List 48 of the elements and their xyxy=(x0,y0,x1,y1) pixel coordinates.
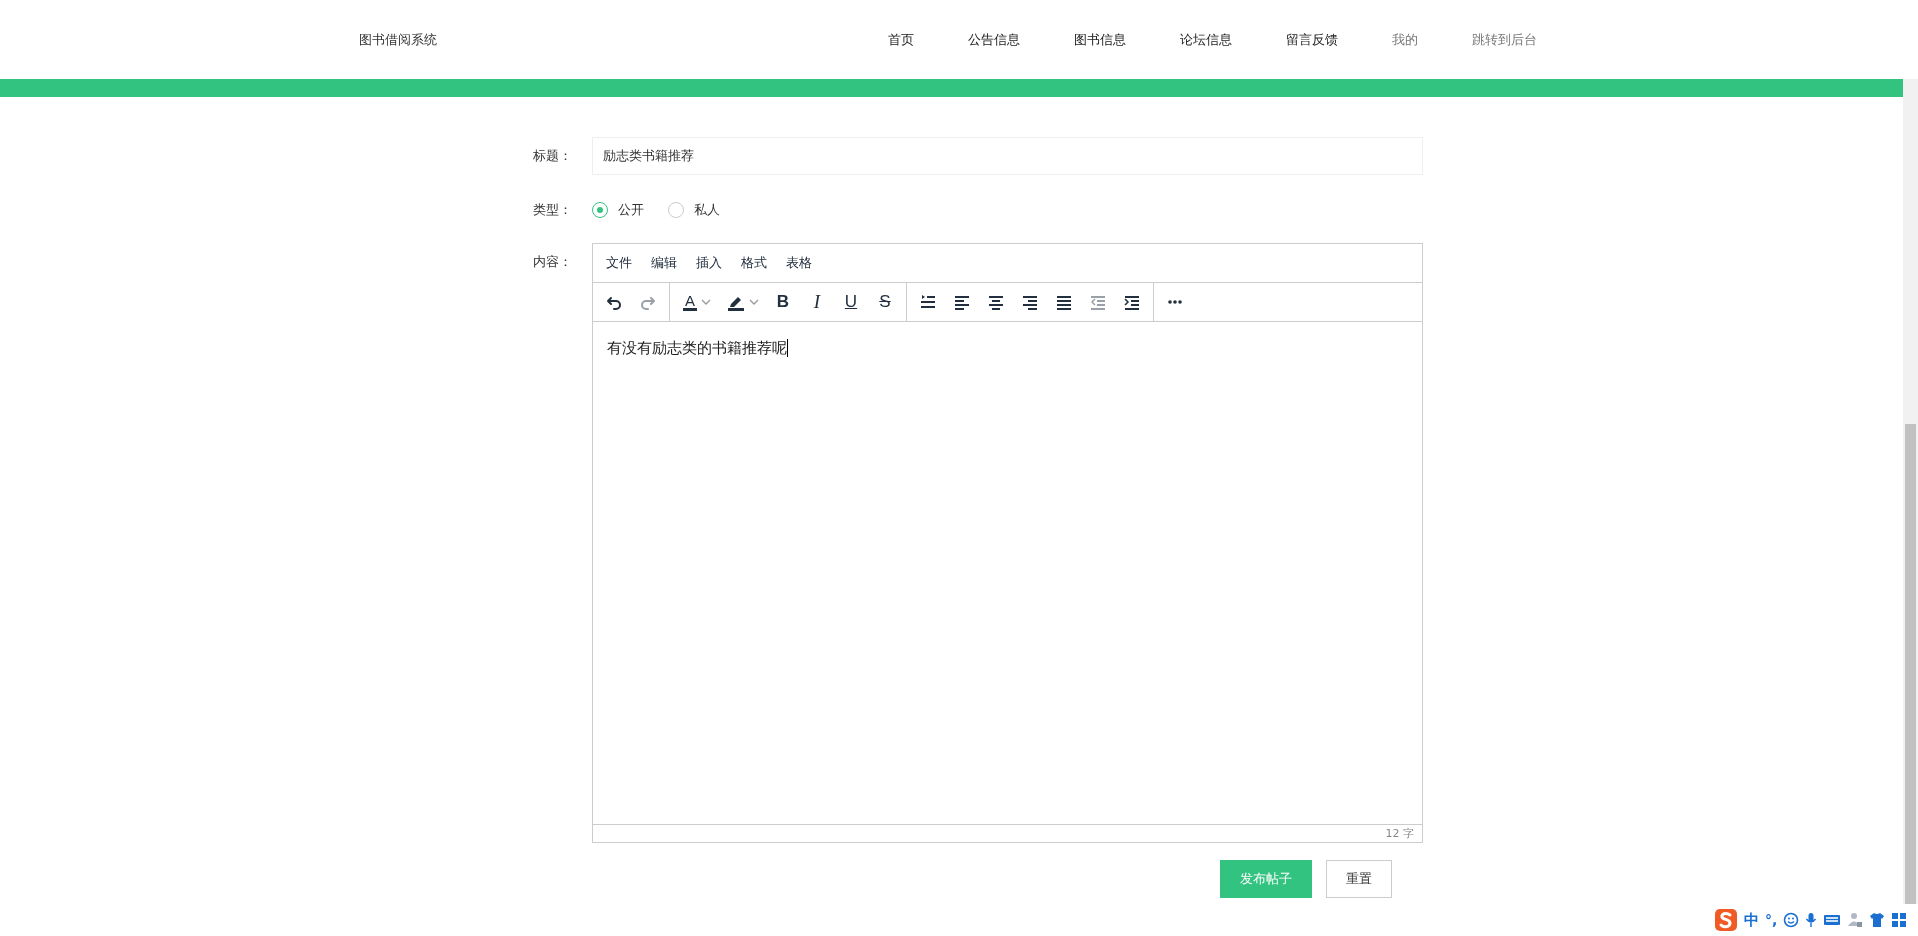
nav-link[interactable]: 我的 xyxy=(1392,30,1418,49)
content-text: 有没有励志类的书籍推荐呢 xyxy=(607,339,788,357)
scroll-thumb[interactable] xyxy=(1905,424,1916,904)
indent-icon xyxy=(1123,293,1141,311)
field-label: 标题： xyxy=(533,147,573,165)
menu-item[interactable]: 格式 xyxy=(735,254,773,272)
nav-link[interactable]: 公告信息 xyxy=(968,30,1020,49)
nav-link[interactable]: 论坛信息 xyxy=(1180,30,1232,49)
reset-button[interactable]: 重置 xyxy=(1326,860,1392,898)
menu-item[interactable]: 文件 xyxy=(600,254,638,272)
microphone-icon xyxy=(1805,912,1818,928)
scrollbar[interactable] xyxy=(1903,79,1918,904)
align-left-icon xyxy=(953,293,971,311)
text-color-button[interactable]: A xyxy=(674,287,720,317)
radio-label: 公开 xyxy=(618,201,644,219)
outdent-icon xyxy=(1089,293,1107,311)
user-icon xyxy=(1847,912,1864,928)
menu-item[interactable]: 编辑 xyxy=(645,254,683,272)
smiley-icon xyxy=(1783,912,1800,928)
bold-button[interactable]: B xyxy=(766,287,800,317)
strike-button[interactable]: S xyxy=(868,287,902,317)
input-method-logo-icon xyxy=(1714,908,1738,932)
nav-link[interactable]: 首页 xyxy=(888,30,914,49)
field-label: 内容： xyxy=(533,253,573,271)
shirt-icon xyxy=(1869,912,1886,928)
underline-button[interactable]: U xyxy=(834,287,868,317)
title-input[interactable]: 励志类书籍推荐 xyxy=(592,137,1423,175)
line-height-icon xyxy=(919,293,937,311)
field-label: 类型： xyxy=(533,201,573,219)
menu-item[interactable]: 插入 xyxy=(690,254,728,272)
ime-mode[interactable]: 中 xyxy=(1744,910,1759,930)
align-center-icon xyxy=(987,293,1005,311)
nav-link[interactable]: 图书信息 xyxy=(1074,30,1126,49)
menu-item[interactable]: 表格 xyxy=(780,254,818,272)
justify-icon xyxy=(1055,293,1073,311)
grid-icon xyxy=(1891,912,1908,928)
radio-label: 私人 xyxy=(694,201,720,219)
site-title: 图书借阅系统 xyxy=(359,30,437,49)
caret-icon xyxy=(701,298,711,306)
ime-punct[interactable]: °, xyxy=(1765,912,1778,928)
italic-button[interactable]: I xyxy=(800,287,834,317)
caret-icon xyxy=(749,298,759,306)
keyboard-icon xyxy=(1823,913,1842,927)
nav-link[interactable]: 跳转到后台 xyxy=(1472,30,1537,49)
nav-link[interactable]: 留言反馈 xyxy=(1286,30,1338,49)
word-count: 12 字 xyxy=(1385,826,1414,841)
more-icon xyxy=(1168,300,1182,304)
align-right-icon xyxy=(1021,293,1039,311)
